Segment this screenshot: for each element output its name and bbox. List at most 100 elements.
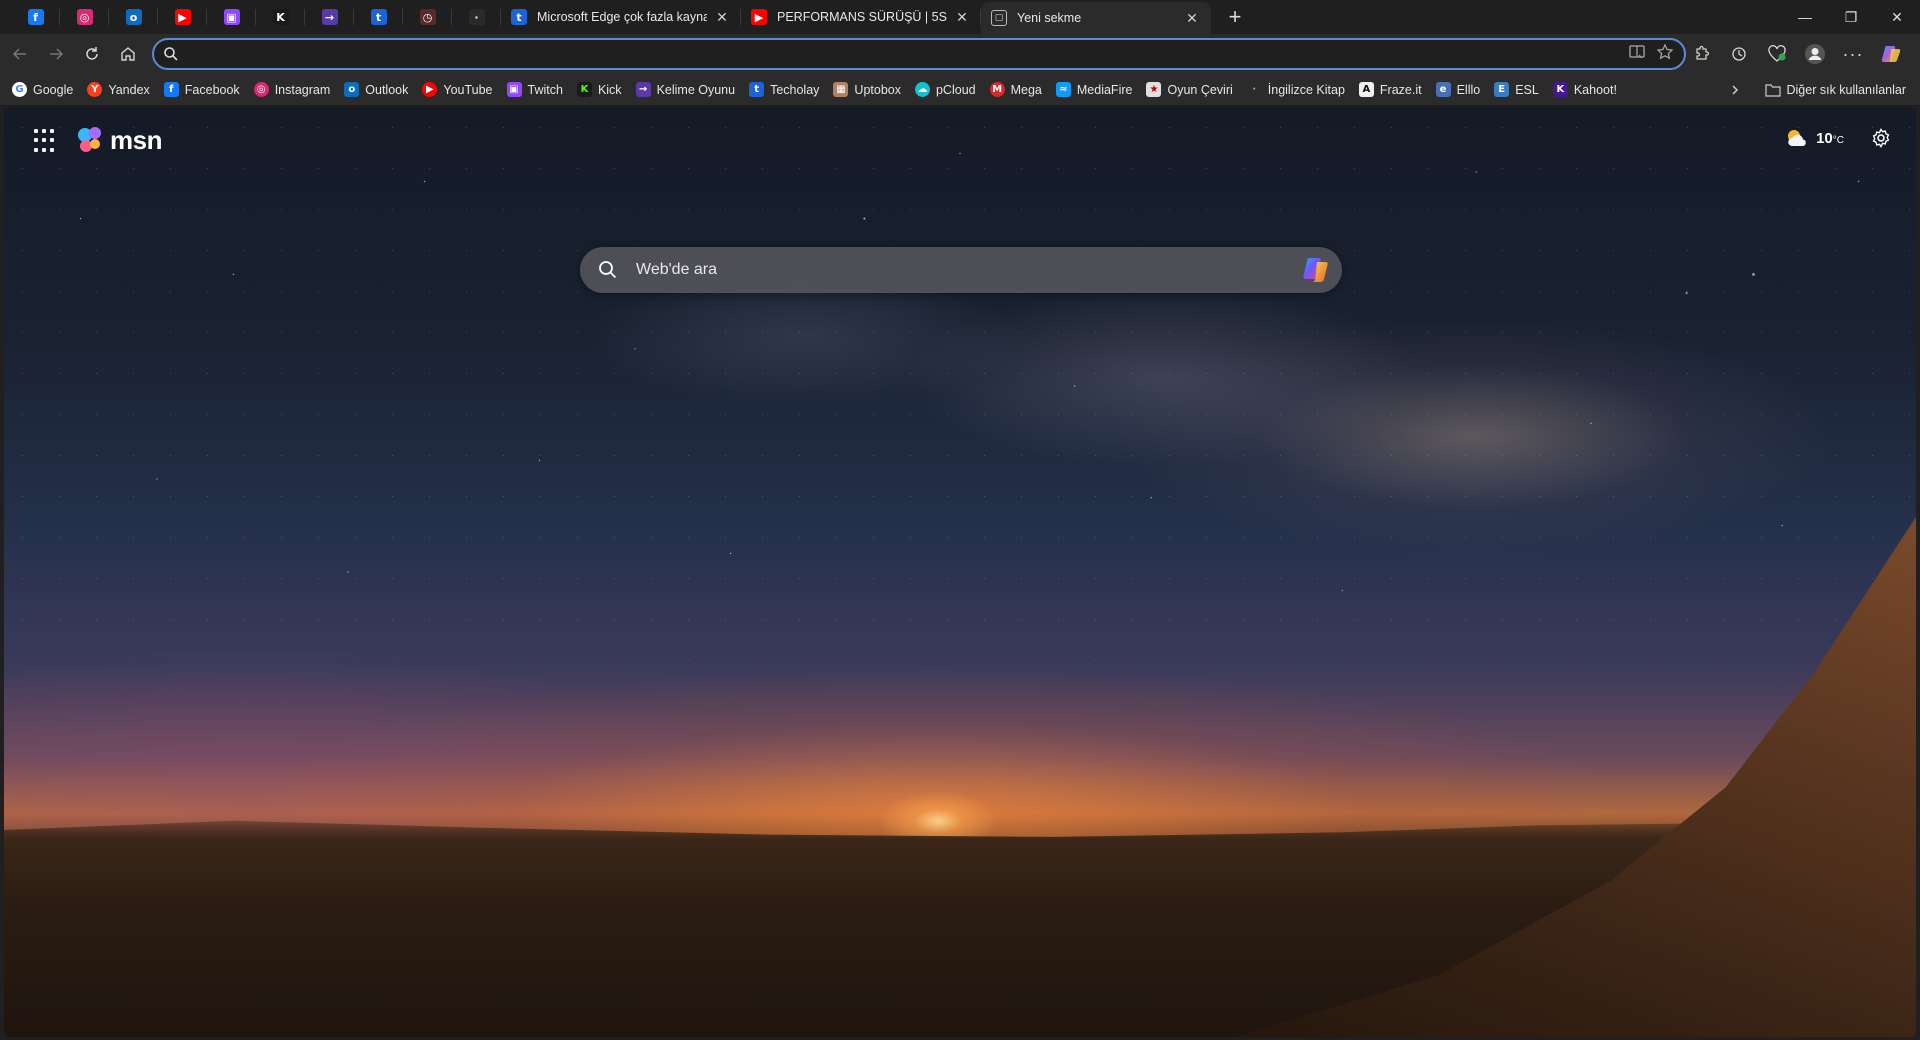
- weather-temperature: 10: [1816, 129, 1833, 147]
- favorite-item[interactable]: ◎ Instagram: [253, 77, 338, 103]
- restore-button[interactable]: ❐: [1828, 0, 1874, 34]
- clock-icon: ◷: [419, 9, 436, 25]
- history-button[interactable]: [1720, 38, 1758, 70]
- favorite-item[interactable]: E ESL: [1494, 77, 1546, 103]
- browser-tab[interactable]: ▶ PERFORMANS SÜRÜŞÜ | 5Sriders ✕: [741, 0, 981, 34]
- forward-button[interactable]: [38, 38, 74, 70]
- instagram-icon: ◎: [76, 9, 93, 25]
- favorite-label: Facebook: [184, 82, 240, 97]
- facebook-icon: f: [163, 82, 179, 97]
- browser-tab[interactable]: t Microsoft Edge çok fazla kaynak k ✕: [501, 0, 741, 34]
- history-icon: [1732, 47, 1746, 61]
- tab-strip: f ◎ o ▶ ▣ K → t ◷ · t Microsoft Edge çok fazla kay…: [0, 0, 1920, 34]
- twitch-icon: ▣: [223, 9, 240, 25]
- pinned-tab[interactable]: ◎: [60, 0, 109, 34]
- favorite-item[interactable]: K Kick: [576, 77, 629, 103]
- favorite-label: Twitch: [527, 82, 563, 97]
- pinned-tab[interactable]: →: [305, 0, 354, 34]
- browser-window: f ◎ o ▶ ▣ K → t ◷ · t Microsoft Edge çok fazla kay…: [0, 0, 1920, 1040]
- yandex-icon: Y: [87, 82, 103, 97]
- youtube-icon: ▶: [422, 82, 438, 97]
- pinned-tab[interactable]: ·: [452, 0, 501, 34]
- close-tab-icon[interactable]: ✕: [713, 8, 731, 26]
- favorite-item[interactable]: t Techolay: [749, 77, 826, 103]
- refresh-icon: [86, 47, 98, 60]
- instagram-icon: ◎: [253, 82, 269, 97]
- msn-logo[interactable]: msn: [76, 125, 162, 156]
- browser-essentials-button[interactable]: [1758, 38, 1796, 70]
- favorite-item[interactable]: ▣ Twitch: [506, 77, 570, 103]
- close-tab-icon[interactable]: ✕: [1183, 9, 1201, 27]
- favorites-overflow-button[interactable]: [1722, 77, 1748, 103]
- web-search-box[interactable]: [580, 247, 1342, 293]
- profile-button[interactable]: [1796, 38, 1834, 70]
- pinned-tab[interactable]: f: [11, 0, 60, 34]
- favorite-label: Kelime Oyunu: [656, 82, 736, 97]
- address-input[interactable]: [188, 46, 1628, 62]
- tab-title: Microsoft Edge çok fazla kaynak k: [537, 10, 707, 24]
- favorite-item[interactable]: Y Yandex: [87, 77, 156, 103]
- favorite-label: İngilizce Kitap: [1267, 82, 1345, 97]
- favorite-item[interactable]: · İngilizce Kitap: [1246, 77, 1352, 103]
- mediafire-icon: ≈: [1055, 82, 1071, 97]
- favorite-item[interactable]: ★ Oyun Çeviri: [1146, 77, 1239, 103]
- favorite-label: Kick: [597, 82, 622, 97]
- outlook-icon: o: [125, 9, 142, 25]
- immersive-reader-icon[interactable]: [1628, 43, 1646, 66]
- favorite-star-icon[interactable]: [1656, 43, 1674, 66]
- more-menu-button[interactable]: ···: [1834, 38, 1872, 70]
- forward-arrow-icon: [50, 48, 64, 60]
- copilot-button[interactable]: [1872, 38, 1910, 70]
- favorites-list: G Google Y Yandex f Facebook ◎ Instagram o Outloo…: [12, 77, 1631, 103]
- favorite-label: ESL: [1515, 82, 1539, 97]
- other-favorites-button[interactable]: Diğer sık kullanılanlar: [1764, 77, 1906, 103]
- favorite-item[interactable]: o Outlook: [344, 77, 415, 103]
- newtab-icon: ▢: [991, 10, 1007, 26]
- back-arrow-icon: [12, 48, 26, 60]
- pinned-tab[interactable]: ◷: [403, 0, 452, 34]
- favorite-item[interactable]: e Elllo: [1435, 77, 1488, 103]
- pinned-tab[interactable]: K: [256, 0, 305, 34]
- favorite-item[interactable]: M Mega: [989, 77, 1049, 103]
- favorite-label: Elllo: [1456, 82, 1481, 97]
- favorite-item[interactable]: ≈ MediaFire: [1055, 77, 1140, 103]
- page-settings-button[interactable]: [1870, 127, 1894, 151]
- mega-icon: M: [989, 82, 1005, 97]
- kitap-icon: ·: [1246, 82, 1262, 97]
- home-button[interactable]: [110, 38, 146, 70]
- favorite-item[interactable]: f Facebook: [163, 77, 247, 103]
- favorite-item[interactable]: A Fraze.it: [1358, 77, 1429, 103]
- favorite-item[interactable]: K Kahoot!: [1552, 77, 1624, 103]
- close-window-button[interactable]: ✕: [1874, 0, 1920, 34]
- new-tab-button[interactable]: +: [1219, 3, 1251, 31]
- favorite-item[interactable]: → Kelime Oyunu: [635, 77, 743, 103]
- browser-tab[interactable]: ▢ Yeni sekme ✕: [981, 2, 1211, 34]
- favorite-item[interactable]: ▦ Uptobox: [833, 77, 908, 103]
- address-bar[interactable]: [152, 38, 1686, 70]
- extensions-button[interactable]: [1682, 38, 1720, 70]
- oyunceviri-icon: ★: [1146, 82, 1162, 97]
- ellipsis-icon: ···: [1842, 43, 1864, 64]
- uptobox-icon: ▦: [833, 82, 849, 97]
- web-search-input[interactable]: [636, 261, 1290, 279]
- close-tab-icon[interactable]: ✕: [953, 8, 971, 26]
- pinned-tab[interactable]: ▶: [158, 0, 207, 34]
- refresh-button[interactable]: [74, 38, 110, 70]
- pinned-tab[interactable]: t: [354, 0, 403, 34]
- back-button[interactable]: [2, 38, 38, 70]
- pinned-tab[interactable]: ▣: [207, 0, 256, 34]
- weather-widget[interactable]: 10°C: [1784, 127, 1844, 149]
- app-launcher-button[interactable]: [34, 129, 58, 153]
- favorite-label: Instagram: [274, 82, 331, 97]
- kelime-icon: →: [635, 82, 651, 97]
- kick-icon: K: [576, 82, 592, 97]
- favorite-item[interactable]: ▶ YouTube: [422, 77, 499, 103]
- favorite-label: MediaFire: [1076, 82, 1133, 97]
- favorite-item[interactable]: ☁ pCloud: [914, 77, 983, 103]
- pinned-tab[interactable]: o: [109, 0, 158, 34]
- copilot-search-button[interactable]: [1290, 256, 1342, 284]
- minimize-button[interactable]: —: [1782, 0, 1828, 34]
- pcloud-icon: ☁: [914, 82, 930, 97]
- favorite-item[interactable]: G Google: [12, 77, 80, 103]
- heart-pulse-icon: [1768, 45, 1786, 62]
